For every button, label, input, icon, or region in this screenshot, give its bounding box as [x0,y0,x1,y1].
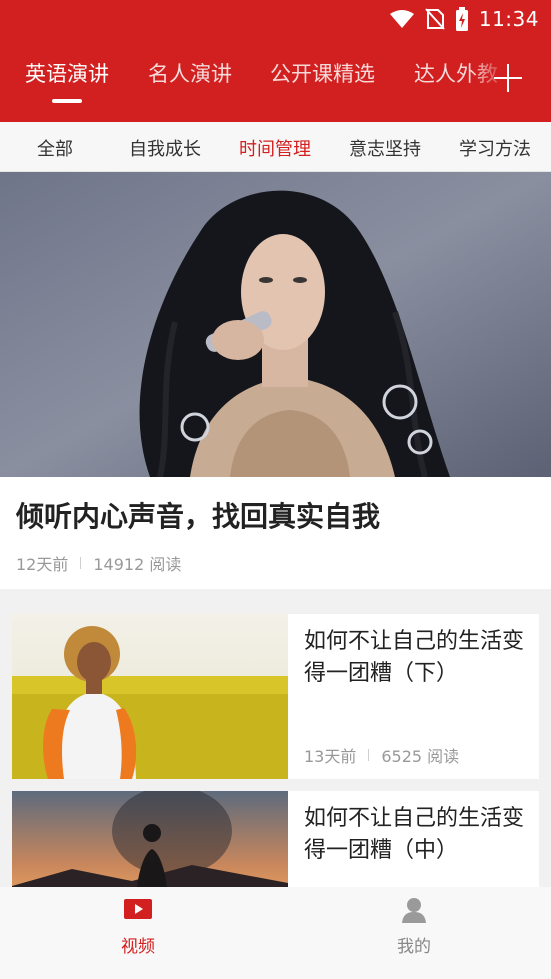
article-thumbnail[interactable] [12,614,288,779]
tab-english-speech[interactable]: 英语演讲 [25,58,109,88]
active-tab-indicator [52,99,82,103]
no-sim-icon [425,8,445,30]
meta-divider [368,749,370,761]
article-time: 13天前 [304,747,357,766]
featured-article-time: 12天前 [16,555,69,574]
user-icon [400,897,428,927]
featured-article-title[interactable]: 倾听内心声音，找回真实自我 [16,495,380,535]
channel-tab-bar: 英语演讲 名人演讲 公开课精选 达人外教 [0,40,551,122]
tab-open-course[interactable]: 公开课精选 [270,58,375,88]
subtab-all[interactable]: 全部 [37,135,73,161]
add-channel-plus-icon[interactable] [492,62,524,94]
featured-article-meta: 12天前 14912 阅读 [16,551,181,575]
status-icons: 11:34 [389,6,539,32]
hero-image[interactable] [0,172,551,477]
featured-article-reads: 14912 阅读 [93,555,182,574]
meta-divider [80,557,82,569]
wifi-icon [389,9,415,29]
subtab-willpower[interactable]: 意志坚持 [349,135,421,161]
subtab-self-growth[interactable]: 自我成长 [129,135,201,161]
nav-video[interactable]: 视频 [0,887,276,979]
subtab-time-management[interactable]: 时间管理 [239,135,311,161]
article-card[interactable]: 如何不让自己的生活变得一团糟（下） 13天前 6525 阅读 [12,614,539,779]
subtab-study-methods[interactable]: 学习方法 [459,135,531,161]
video-play-icon [123,897,153,925]
status-time: 11:34 [478,7,539,31]
nav-video-label: 视频 [121,937,155,957]
bottom-navigation: 视频 我的 [0,887,551,979]
article-meta: 13天前 6525 阅读 [304,743,459,767]
article-title[interactable]: 如何不让自己的生活变得一团糟（中） [304,803,532,867]
nav-mine[interactable]: 我的 [276,887,551,979]
article-reads: 6525 阅读 [381,747,460,766]
tab-celebrity-speech[interactable]: 名人演讲 [148,58,232,88]
nav-mine-label: 我的 [397,937,431,957]
category-tab-bar: 全部 自我成长 时间管理 意志坚持 学习方法 [0,122,551,172]
featured-article-card[interactable]: 倾听内心声音，找回真实自我 12天前 14912 阅读 [0,477,551,589]
battery-charging-icon [455,7,469,31]
article-title[interactable]: 如何不让自己的生活变得一团糟（下） [304,626,532,690]
status-bar: 11:34 [0,0,551,40]
